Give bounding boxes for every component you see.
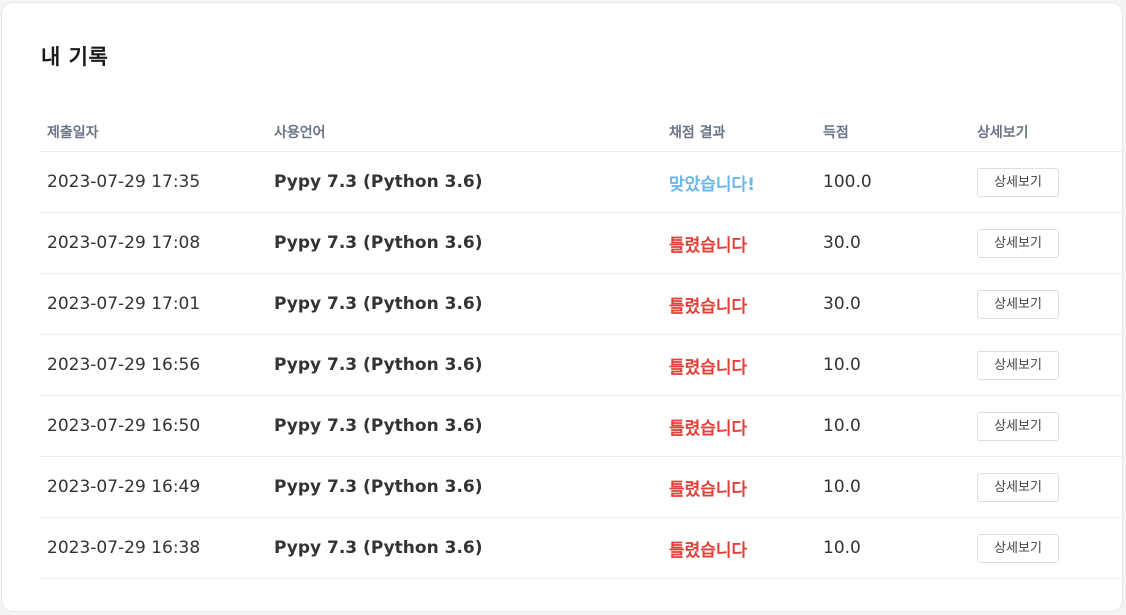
table-body: 2023-07-29 17:35 Pypy 7.3 (Python 3.6) 맞… xyxy=(40,151,1124,579)
detail-button[interactable]: 상세보기 xyxy=(977,228,1059,258)
detail-button[interactable]: 상세보기 xyxy=(977,350,1059,380)
records-table: 제출일자 사용언어 채점 결과 득점 상세보기 2023-07-29 17:35… xyxy=(40,112,1124,579)
submission-result: 틀렸습니다 xyxy=(662,334,816,396)
table-row: 2023-07-29 17:08 Pypy 7.3 (Python 3.6) 틀… xyxy=(40,212,1124,274)
detail-button[interactable]: 상세보기 xyxy=(977,289,1059,319)
detail-cell: 상세보기 xyxy=(970,151,1124,213)
submission-date: 2023-07-29 17:35 xyxy=(40,151,267,213)
table-row: 2023-07-29 16:49 Pypy 7.3 (Python 3.6) 틀… xyxy=(40,456,1124,518)
submission-score: 100.0 xyxy=(816,151,970,213)
detail-cell: 상세보기 xyxy=(970,517,1124,579)
detail-cell: 상세보기 xyxy=(970,334,1124,396)
header-date: 제출일자 xyxy=(40,112,267,152)
table-row: 2023-07-29 16:38 Pypy 7.3 (Python 3.6) 틀… xyxy=(40,517,1124,579)
header-detail: 상세보기 xyxy=(970,112,1124,152)
submission-score: 30.0 xyxy=(816,212,970,274)
submission-score: 10.0 xyxy=(816,395,970,457)
detail-button[interactable]: 상세보기 xyxy=(977,167,1059,197)
submission-result: 틀렸습니다 xyxy=(662,395,816,457)
table-row: 2023-07-29 16:50 Pypy 7.3 (Python 3.6) 틀… xyxy=(40,395,1124,457)
submission-date: 2023-07-29 16:49 xyxy=(40,456,267,518)
page-title: 내 기록 xyxy=(41,45,109,69)
submission-language: Pypy 7.3 (Python 3.6) xyxy=(267,517,662,579)
detail-button[interactable]: 상세보기 xyxy=(977,533,1059,563)
table-row: 2023-07-29 17:01 Pypy 7.3 (Python 3.6) 틀… xyxy=(40,273,1124,335)
submission-date: 2023-07-29 17:08 xyxy=(40,212,267,274)
submission-result: 틀렸습니다 xyxy=(662,273,816,335)
submission-date: 2023-07-29 16:38 xyxy=(40,517,267,579)
submission-score: 30.0 xyxy=(816,273,970,335)
submission-score: 10.0 xyxy=(816,334,970,396)
header-result: 채점 결과 xyxy=(662,112,816,152)
table-row: 2023-07-29 16:56 Pypy 7.3 (Python 3.6) 틀… xyxy=(40,334,1124,396)
header-language: 사용언어 xyxy=(267,112,662,152)
detail-cell: 상세보기 xyxy=(970,395,1124,457)
detail-cell: 상세보기 xyxy=(970,273,1124,335)
submission-score: 10.0 xyxy=(816,456,970,518)
submission-result: 틀렸습니다 xyxy=(662,456,816,518)
submission-date: 2023-07-29 17:01 xyxy=(40,273,267,335)
submission-date: 2023-07-29 16:56 xyxy=(40,334,267,396)
detail-cell: 상세보기 xyxy=(970,212,1124,274)
submission-language: Pypy 7.3 (Python 3.6) xyxy=(267,334,662,396)
submission-result: 틀렸습니다 xyxy=(662,517,816,579)
detail-button[interactable]: 상세보기 xyxy=(977,411,1059,441)
submission-language: Pypy 7.3 (Python 3.6) xyxy=(267,151,662,213)
detail-button[interactable]: 상세보기 xyxy=(977,472,1059,502)
submission-language: Pypy 7.3 (Python 3.6) xyxy=(267,212,662,274)
table-row: 2023-07-29 17:35 Pypy 7.3 (Python 3.6) 맞… xyxy=(40,151,1124,213)
submission-language: Pypy 7.3 (Python 3.6) xyxy=(267,456,662,518)
submission-date: 2023-07-29 16:50 xyxy=(40,395,267,457)
detail-cell: 상세보기 xyxy=(970,456,1124,518)
records-card: 내 기록 제출일자 사용언어 채점 결과 득점 상세보기 2023-07-29 … xyxy=(1,2,1124,612)
submission-score: 10.0 xyxy=(816,517,970,579)
header-score: 득점 xyxy=(816,112,970,152)
table-header-row: 제출일자 사용언어 채점 결과 득점 상세보기 xyxy=(40,112,1124,152)
submission-language: Pypy 7.3 (Python 3.6) xyxy=(267,395,662,457)
submission-result: 틀렸습니다 xyxy=(662,212,816,274)
submission-result: 맞았습니다! xyxy=(662,151,816,213)
submission-language: Pypy 7.3 (Python 3.6) xyxy=(267,273,662,335)
table-header: 제출일자 사용언어 채점 결과 득점 상세보기 xyxy=(40,112,1124,152)
